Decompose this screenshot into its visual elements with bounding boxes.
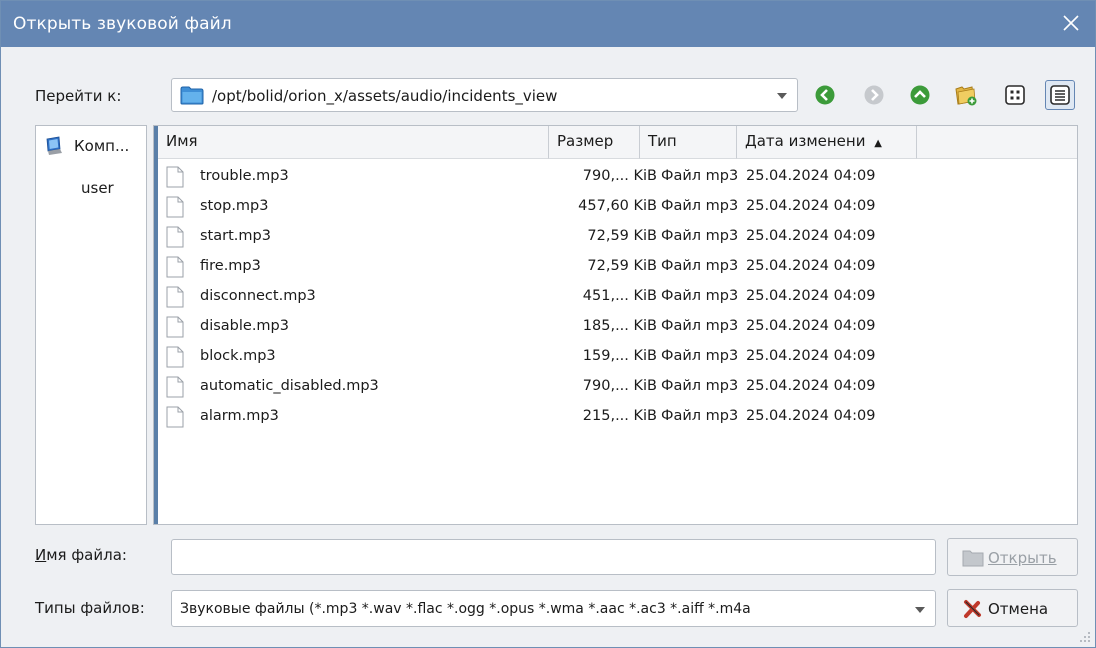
file-type: Файл mp3 [661,198,739,214]
back-icon [815,85,835,105]
file-name: stop.mp3 [200,198,269,214]
file-icon [166,196,184,218]
column-header-size[interactable]: Размер [549,126,640,159]
file-icon [166,316,184,338]
file-type: Файл mp3 [661,168,739,184]
file-row[interactable]: fire.mp3 72,59 KiB Файл mp3 25.04.2024 04:0… [158,252,1076,282]
sidebar-item-user[interactable]: user [81,179,114,197]
file-date: 25.04.2024 04:09 [746,258,876,274]
file-row[interactable]: trouble.mp3 790,... KiB Файл mp3 25.04.2024… [158,162,1076,192]
file-icon [166,406,184,428]
places-sidebar: Комп... user [35,125,147,525]
location-combo[interactable]: /opt/bolid/orion_x/assets/audio/incident… [171,78,798,112]
file-date: 25.04.2024 04:09 [746,318,876,334]
file-type: Файл mp3 [661,258,739,274]
sidebar-item-label: Комп... [74,137,130,155]
file-name: block.mp3 [200,348,276,364]
file-name: automatic_disabled.mp3 [200,378,379,394]
forward-icon [864,85,884,105]
open-audio-file-dialog: Открыть звуковой файл Перейти к: /opt/bo… [0,0,1096,648]
file-size: 185,... KiB [582,318,657,334]
sidebar-item-label: user [81,179,114,197]
file-icon [166,346,184,368]
close-icon[interactable] [1057,9,1085,37]
file-row[interactable]: block.mp3 159,... KiB Файл mp3 25.04.2024 0… [158,342,1076,372]
detail-view-button[interactable] [1045,80,1075,110]
file-size: 790,... KiB [582,378,657,394]
file-date: 25.04.2024 04:09 [746,348,876,364]
file-size: 451,... KiB [582,288,657,304]
new-folder-button[interactable] [953,81,979,109]
file-size: 72,59 KiB [587,228,657,244]
chevron-down-icon[interactable] [915,607,925,613]
chevron-down-icon[interactable] [777,93,787,99]
location-path: /opt/bolid/orion_x/assets/audio/incident… [212,87,558,105]
filetypes-label: Типы файлов: [35,599,145,617]
file-icon [166,166,184,188]
file-name: alarm.mp3 [200,408,279,424]
folder-icon [180,86,204,105]
file-type: Файл mp3 [661,228,739,244]
file-size: 159,... KiB [582,348,657,364]
list-view-button[interactable] [1002,81,1028,109]
file-row[interactable]: disconnect.mp3 451,... KiB Файл mp3 25.04.2… [158,282,1076,312]
sidebar-item-computer[interactable]: Комп... [44,136,129,156]
sort-ascending-icon: ▲ [874,138,882,149]
file-type: Файл mp3 [661,318,739,334]
detail-view-icon [1050,85,1070,105]
file-date: 25.04.2024 04:09 [746,168,876,184]
file-icon [166,376,184,398]
file-row[interactable]: stop.mp3 457,60 KiB Файл mp3 25.04.2024 04:… [158,192,1076,222]
file-date: 25.04.2024 04:09 [746,198,876,214]
file-name: disable.mp3 [200,318,289,334]
column-header-name[interactable]: Имя [158,126,549,159]
computer-icon [46,136,62,155]
column-header-date[interactable]: Дата изменени ▲ [737,126,917,159]
file-name: disconnect.mp3 [200,288,316,304]
file-name: trouble.mp3 [200,168,289,184]
column-header-type[interactable]: Тип [640,126,737,159]
file-size: 215,... KiB [582,408,657,424]
cancel-icon [964,600,981,618]
file-name: start.mp3 [200,228,271,244]
file-row[interactable]: alarm.mp3 215,... KiB Файл mp3 25.04.2024 0… [158,402,1076,432]
file-date: 25.04.2024 04:09 [746,288,876,304]
filetypes-combo[interactable]: Звуковые файлы (*.mp3 *.wav *.flac *.ogg… [171,590,936,627]
file-size: 790,... KiB [582,168,657,184]
forward-button[interactable] [861,81,887,109]
resize-grip-icon[interactable] [1077,629,1091,643]
file-size: 72,59 KiB [587,258,657,274]
file-type: Файл mp3 [661,288,739,304]
list-view-icon [1005,85,1025,105]
file-icon [166,256,184,278]
filename-field[interactable] [171,539,936,575]
up-button[interactable] [907,81,933,109]
file-type: Файл mp3 [661,378,739,394]
new-folder-icon [955,86,977,106]
file-row[interactable]: automatic_disabled.mp3 790,... KiB Файл mp… [158,372,1076,402]
cancel-button[interactable]: Отмена [947,589,1078,627]
title-bar[interactable]: Открыть звуковой файл [1,1,1095,47]
location-label: Перейти к: [35,87,122,105]
file-date: 25.04.2024 04:09 [746,408,876,424]
file-name: fire.mp3 [200,258,261,274]
file-row[interactable]: disable.mp3 185,... KiB Файл mp3 25.04.2024… [158,312,1076,342]
file-date: 25.04.2024 04:09 [746,378,876,394]
column-header-filler [917,126,1077,159]
folder-icon [962,550,984,567]
file-date: 25.04.2024 04:09 [746,228,876,244]
file-list: Имя Размер Тип Дата изменени ▲ trouble.m… [153,125,1078,525]
up-icon [910,85,930,105]
file-icon [166,286,184,308]
filename-label: Имя файла: [35,546,127,564]
file-icon [166,226,184,248]
file-type: Файл mp3 [661,408,739,424]
dialog-title: Открыть звуковой файл [13,14,232,34]
file-size: 457,60 KiB [578,198,657,214]
filetypes-selected: Звуковые файлы (*.mp3 *.wav *.flac *.ogg… [180,601,751,617]
open-button[interactable]: Открыть [947,538,1078,576]
file-row[interactable]: start.mp3 72,59 KiB Файл mp3 25.04.2024 04:… [158,222,1076,252]
file-type: Файл mp3 [661,348,739,364]
back-button[interactable] [812,81,838,109]
